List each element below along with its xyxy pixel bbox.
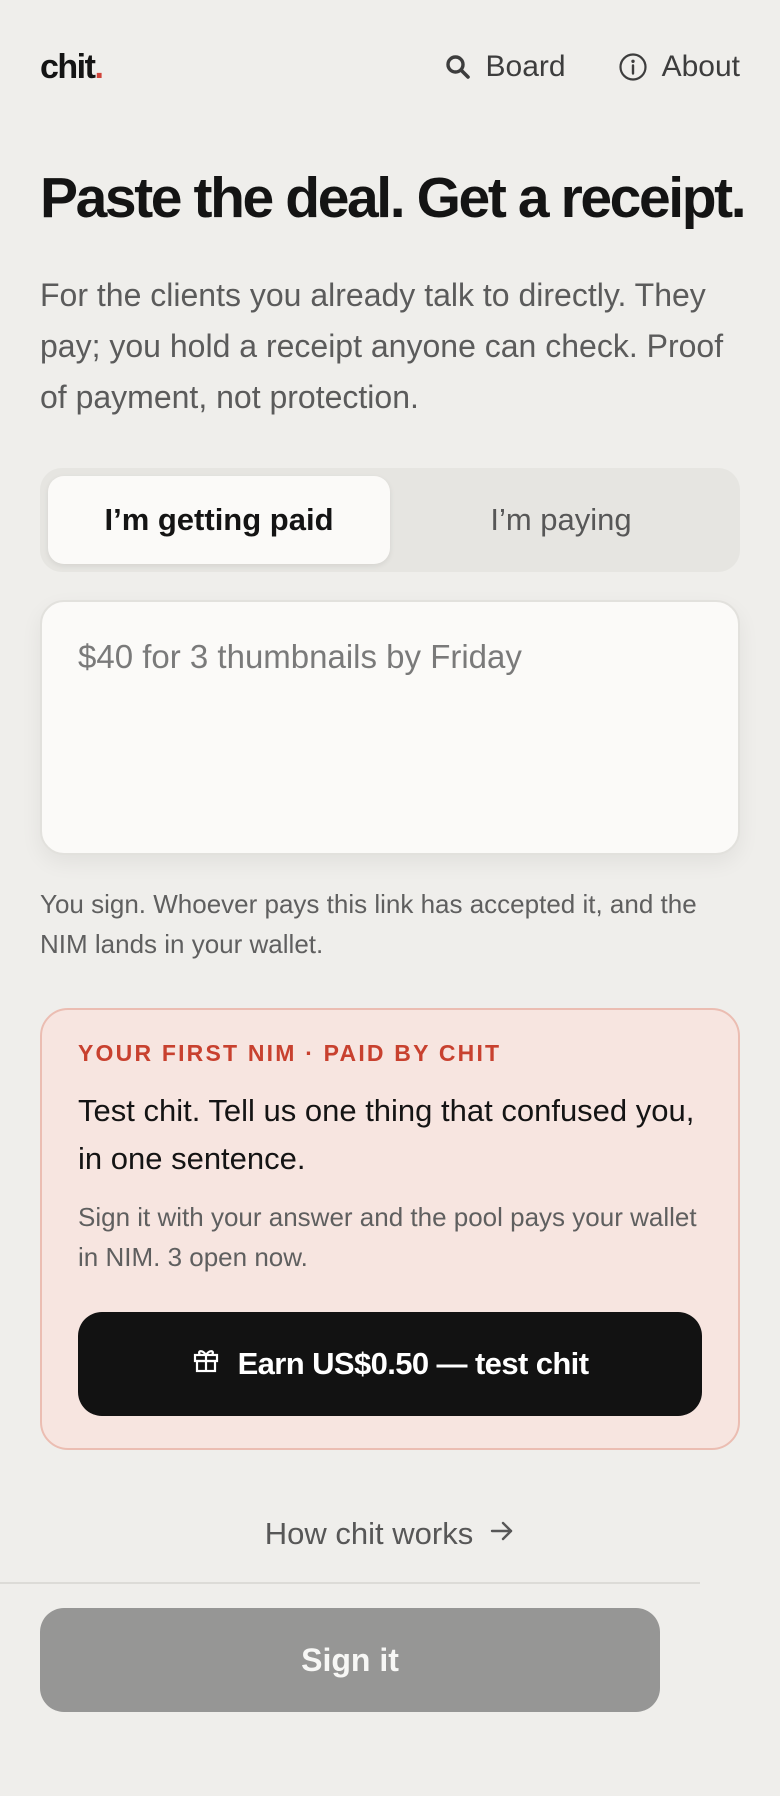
how-link-label: How chit works: [264, 1516, 474, 1551]
logo[interactable]: chit.: [40, 47, 104, 87]
how-chit-works-link[interactable]: How chit works: [0, 1516, 780, 1552]
promo-title: Test chit. Tell us one thing that confus…: [78, 1093, 695, 1176]
logo-text: chit: [40, 47, 96, 86]
earn-test-chit-button[interactable]: Earn US$0.50 — test chit: [78, 1312, 702, 1416]
arrow-right-icon: [489, 1516, 515, 1552]
toggle-paying[interactable]: I’m paying: [390, 476, 732, 564]
sign-it-button[interactable]: Sign it: [40, 1608, 660, 1712]
promo-description: Sign it with your answer and the pool pa…: [78, 1202, 697, 1272]
toggle-getting-paid[interactable]: I’m getting paid: [48, 476, 390, 564]
logo-dot: .: [94, 47, 103, 86]
nav-board-link[interactable]: Board: [444, 50, 566, 84]
page-title: Paste the deal. Get a receipt.: [40, 166, 747, 230]
nav-about-label: About: [661, 50, 740, 83]
promo-card: YOUR FIRST NIM · PAID BY CHIT Test chit.…: [40, 1008, 740, 1450]
nav-board-label: Board: [485, 50, 566, 83]
search-icon: [444, 53, 472, 81]
info-icon: [618, 52, 648, 82]
footer-divider: [0, 1582, 700, 1584]
top-header: chit. Board About: [40, 44, 740, 90]
top-nav: Board About: [444, 50, 740, 84]
nav-about-link[interactable]: About: [618, 50, 740, 84]
page-subtitle: For the clients you already talk to dire…: [40, 277, 724, 415]
promo-kicker: YOUR FIRST NIM · PAID BY CHIT: [78, 1040, 502, 1066]
helper-text: You sign. Whoever pays this link has acc…: [40, 889, 697, 959]
deal-input[interactable]: [40, 600, 740, 855]
role-toggle: I’m getting paid I’m paying: [40, 468, 740, 572]
earn-button-label: Earn US$0.50 — test chit: [237, 1346, 589, 1381]
page: chit. Board About Paste the deal. Get a …: [0, 0, 780, 1796]
gift-icon: [192, 1346, 220, 1382]
